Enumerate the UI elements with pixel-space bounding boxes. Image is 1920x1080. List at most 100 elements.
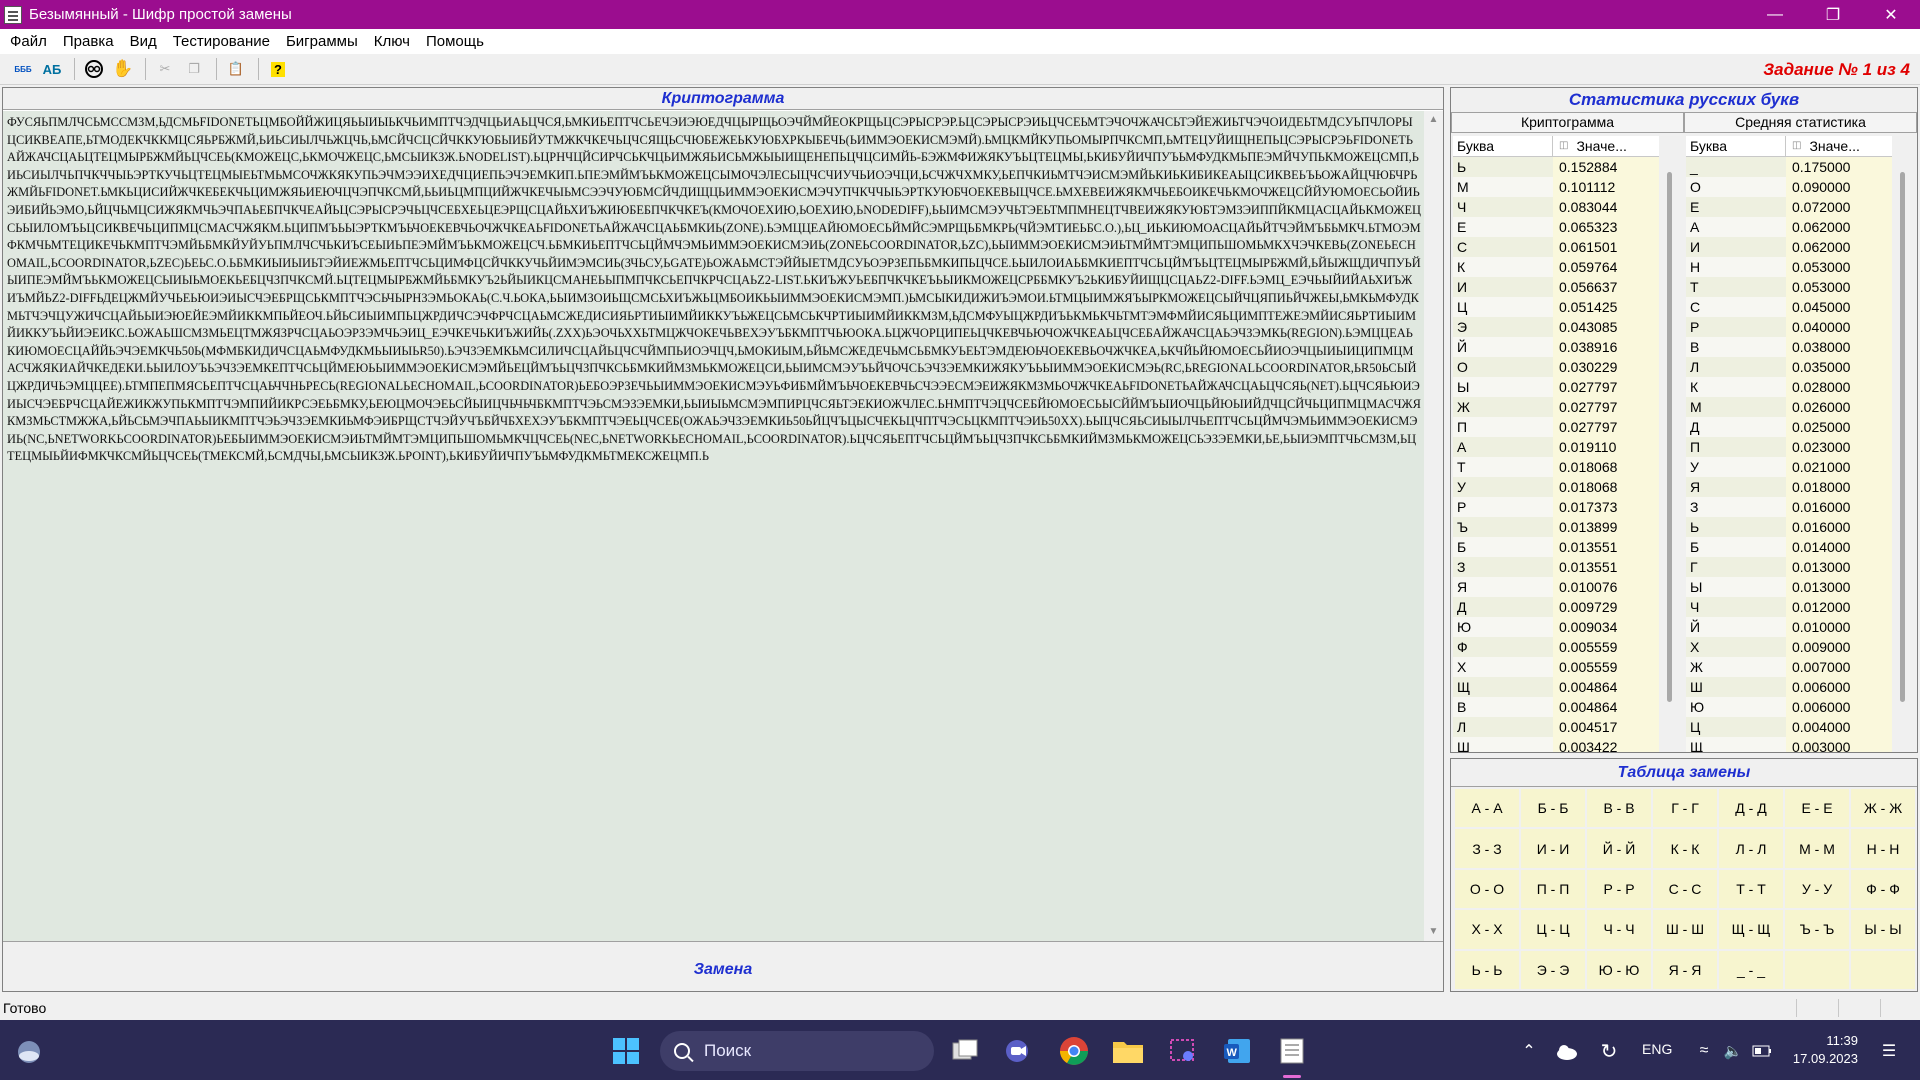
substitution-cell[interactable]: В - В: [1587, 789, 1651, 828]
table-row[interactable]: Р 0.040000: [1686, 317, 1892, 337]
substitution-cell[interactable]: _ - _: [1719, 950, 1783, 989]
substitution-cell[interactable]: Ч - Ч: [1587, 910, 1651, 949]
table-row[interactable]: Ж 0.027797: [1453, 397, 1659, 417]
minimize-button[interactable]: —: [1746, 0, 1804, 29]
menu-edit[interactable]: Правка: [55, 33, 122, 50]
cipher-app-button[interactable]: [1275, 1034, 1309, 1078]
stats-toolbar-button[interactable]: БББ: [10, 56, 36, 82]
table-row[interactable]: Н 0.053000: [1686, 257, 1892, 277]
substitution-cell[interactable]: Ф - Ф: [1851, 869, 1915, 909]
table-row[interactable]: Ю 0.006000: [1686, 697, 1892, 717]
table-row[interactable]: Х 0.005559: [1453, 657, 1659, 677]
table-row[interactable]: У 0.018068: [1453, 477, 1659, 497]
value-column-header[interactable]: ◫ Значе...: [1786, 136, 1892, 156]
cryptogram-stats-scrollbar[interactable]: [1664, 136, 1676, 752]
weather-widget[interactable]: [12, 1034, 46, 1068]
table-row[interactable]: И 0.062000: [1686, 237, 1892, 257]
table-row[interactable]: Л 0.035000: [1686, 357, 1892, 377]
notifications-button[interactable]: ☰: [1872, 1034, 1906, 1068]
table-row[interactable]: Д 0.025000: [1686, 417, 1892, 437]
cryptogram-text[interactable]: ФУСЯЬПМЛЧСЬМССМЗМ,ЬДСМЬFIDONETЬЦМБОЙЙЖИЦ…: [3, 111, 1425, 941]
substitution-cell[interactable]: Я - Я: [1653, 950, 1717, 989]
table-row[interactable]: Р 0.017373: [1453, 497, 1659, 517]
table-row[interactable]: Ж 0.007000: [1686, 657, 1892, 677]
scroll-thumb[interactable]: [1900, 172, 1905, 702]
table-row[interactable]: Й 0.010000: [1686, 617, 1892, 637]
substitution-cell[interactable]: И - И: [1521, 829, 1585, 868]
paste-button[interactable]: 📋: [223, 56, 249, 82]
substitution-cell[interactable]: Э - Э: [1521, 950, 1585, 989]
show-hidden-icons-button[interactable]: ⌃: [1512, 1034, 1546, 1068]
substitution-cell[interactable]: Ь - Ь: [1455, 950, 1519, 989]
table-row[interactable]: Б 0.014000: [1686, 537, 1892, 557]
table-row[interactable]: К 0.028000: [1686, 377, 1892, 397]
table-row[interactable]: А 0.062000: [1686, 217, 1892, 237]
table-row[interactable]: Е 0.072000: [1686, 197, 1892, 217]
chrome-button[interactable]: [1057, 1034, 1091, 1068]
substitution-cell[interactable]: Л - Л: [1719, 829, 1783, 868]
start-button[interactable]: [609, 1034, 643, 1068]
table-row[interactable]: Я 0.010076: [1453, 577, 1659, 597]
table-row[interactable]: Ц 0.004000: [1686, 717, 1892, 737]
substitution-cell[interactable]: П - П: [1521, 869, 1585, 909]
table-row[interactable]: К 0.059764: [1453, 257, 1659, 277]
table-row[interactable]: Ц 0.051425: [1453, 297, 1659, 317]
table-row[interactable]: Щ 0.004864: [1453, 677, 1659, 697]
table-row[interactable]: Я 0.018000: [1686, 477, 1892, 497]
table-row[interactable]: У 0.021000: [1686, 457, 1892, 477]
table-row[interactable]: В 0.038000: [1686, 337, 1892, 357]
taskbar-search[interactable]: Поиск: [660, 1031, 934, 1071]
glasses-toolbar-button[interactable]: [81, 56, 107, 82]
menu-testing[interactable]: Тестирование: [165, 33, 278, 50]
table-row[interactable]: Т 0.053000: [1686, 277, 1892, 297]
value-column-header[interactable]: ◫ Значе...: [1553, 136, 1659, 156]
substitution-cell[interactable]: А - А: [1455, 789, 1519, 828]
table-row[interactable]: Й 0.038916: [1453, 337, 1659, 357]
sync-button[interactable]: ↻: [1592, 1034, 1626, 1068]
table-row[interactable]: Б 0.013551: [1453, 537, 1659, 557]
table-row[interactable]: С 0.061501: [1453, 237, 1659, 257]
menu-bigrams[interactable]: Биграммы: [278, 33, 366, 50]
substitution-cell[interactable]: Ц - Ц: [1521, 910, 1585, 949]
table-row[interactable]: Ч 0.012000: [1686, 597, 1892, 617]
table-row[interactable]: Х 0.009000: [1686, 637, 1892, 657]
restore-button[interactable]: ❐: [1804, 0, 1862, 29]
table-row[interactable]: Е 0.065323: [1453, 217, 1659, 237]
table-row[interactable]: Ь 0.152884: [1453, 157, 1659, 177]
table-row[interactable]: З 0.013551: [1453, 557, 1659, 577]
table-row[interactable]: С 0.045000: [1686, 297, 1892, 317]
table-row[interactable]: Э 0.043085: [1453, 317, 1659, 337]
scroll-up-icon[interactable]: ▲: [1424, 111, 1443, 129]
language-indicator[interactable]: ENG: [1642, 1041, 1672, 1057]
substitution-cell[interactable]: К - К: [1653, 829, 1717, 868]
table-row[interactable]: О 0.030229: [1453, 357, 1659, 377]
substitution-cell[interactable]: О - О: [1455, 869, 1519, 909]
snipping-tool-button[interactable]: [1166, 1034, 1200, 1068]
table-row[interactable]: П 0.027797: [1453, 417, 1659, 437]
help-button[interactable]: ?: [265, 56, 291, 82]
table-row[interactable]: О 0.090000: [1686, 177, 1892, 197]
table-row[interactable]: Ш 0.003422: [1453, 737, 1659, 752]
substitution-cell[interactable]: У - У: [1785, 869, 1849, 909]
substitution-cell[interactable]: М - М: [1785, 829, 1849, 868]
table-row[interactable]: З 0.016000: [1686, 497, 1892, 517]
table-row[interactable]: Ы 0.013000: [1686, 577, 1892, 597]
substitution-cell[interactable]: Х - Х: [1455, 910, 1519, 949]
clock[interactable]: 11:39 17.09.2023: [1793, 1032, 1858, 1068]
table-row[interactable]: Ч 0.083044: [1453, 197, 1659, 217]
substitution-cell[interactable]: Ж - Ж: [1851, 789, 1915, 828]
table-row[interactable]: _ 0.175000: [1686, 157, 1892, 177]
substitution-cell[interactable]: Д - Д: [1719, 789, 1783, 828]
table-row[interactable]: И 0.056637: [1453, 277, 1659, 297]
table-row[interactable]: А 0.019110: [1453, 437, 1659, 457]
alphabet-toolbar-button[interactable]: АБ: [39, 56, 65, 82]
table-row[interactable]: Ю 0.009034: [1453, 617, 1659, 637]
menu-help[interactable]: Помощь: [418, 33, 492, 50]
substitution-cell[interactable]: Ы - Ы: [1851, 910, 1915, 949]
table-row[interactable]: Д 0.009729: [1453, 597, 1659, 617]
table-row[interactable]: Ф 0.005559: [1453, 637, 1659, 657]
table-row[interactable]: Ъ 0.013899: [1453, 517, 1659, 537]
close-button[interactable]: ✕: [1862, 0, 1920, 29]
menu-key[interactable]: Ключ: [366, 33, 418, 50]
meet-app-button[interactable]: [1002, 1034, 1036, 1068]
